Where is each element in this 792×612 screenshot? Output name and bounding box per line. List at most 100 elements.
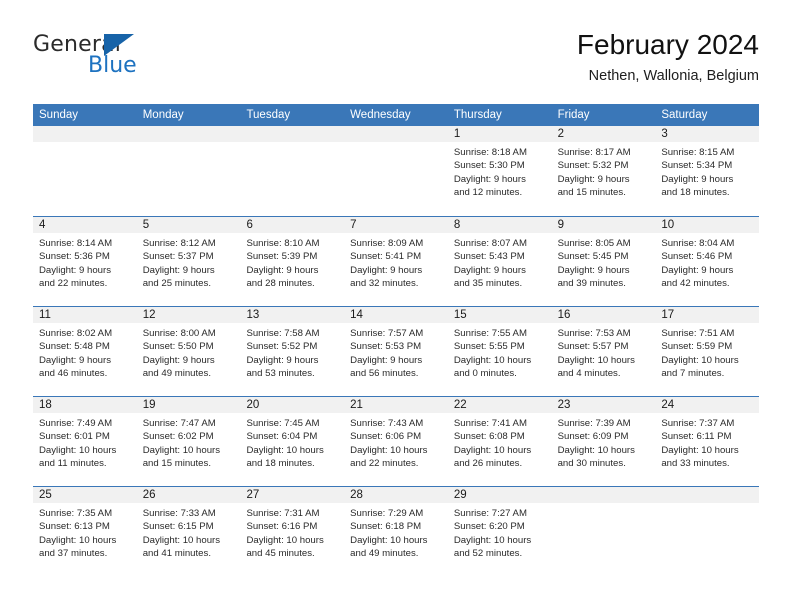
day-details: Sunrise: 7:55 AM Sunset: 5:55 PM Daylight:… (448, 323, 552, 381)
day-detail-line: and 49 minutes. (142, 368, 211, 380)
day-details: Sunrise: 7:31 AM Sunset: 6:16 PM Daylight:… (240, 503, 344, 561)
day-detail-line: and 32 minutes. (350, 278, 419, 290)
day-detail-line: and 26 minutes. (453, 458, 523, 470)
day-detail-line: and 4 minutes. (557, 368, 621, 380)
day-cell[interactable]: 10 Sunrise: 8:04 AM Sunset: 5:46 PM Dayligh… (655, 217, 760, 306)
day-number: 10 (655, 217, 760, 233)
day-cell[interactable]: 28 Sunrise: 7:29 AM Sunset: 6:18 PM Dayligh… (344, 487, 448, 576)
day-detail-line: and 12 minutes. (453, 187, 523, 199)
day-detail-line: Sunset: 5:46 PM (661, 251, 733, 263)
day-detail-line: and 33 minutes. (661, 458, 730, 470)
day-detail-line: Sunset: 6:02 PM (142, 431, 214, 443)
day-cell[interactable]: 18 Sunrise: 7:49 AM Sunset: 6:01 PM Dayligh… (33, 397, 137, 486)
day-detail-line: Daylight: 9 hours (453, 173, 526, 185)
day-detail-line: Sunrise: 8:18 AM (453, 147, 527, 158)
day-number: 7 (344, 217, 448, 233)
general-blue-logo[interactable]: General Blue (33, 32, 253, 88)
day-cell[interactable]: 8 Sunrise: 8:07 AM Sunset: 5:43 PM Daylight… (447, 217, 552, 306)
calendar-week-row: 4 Sunrise: 8:14 AM Sunset: 5:36 PM Daylight… (33, 216, 760, 306)
day-detail-line: Daylight: 10 hours (557, 354, 635, 366)
day-detail-line: Daylight: 10 hours (453, 534, 532, 546)
day-cell[interactable]: 19 Sunrise: 7:47 AM Sunset: 6:02 PM Dayligh… (136, 397, 241, 486)
day-cell[interactable]: 1 Sunrise: 8:18 AM Sunset: 5:30 PM Daylight… (447, 126, 552, 216)
day-cell[interactable]: 5 Sunrise: 8:12 AM Sunset: 5:37 PM Daylight… (136, 217, 241, 306)
day-number: 13 (240, 307, 345, 323)
day-cell[interactable]: 23 Sunrise: 7:39 AM Sunset: 6:09 PM Dayligh… (551, 397, 656, 486)
day-detail-line: Sunset: 5:50 PM (142, 341, 214, 353)
day-detail-line: Sunset: 5:39 PM (246, 251, 318, 263)
day-detail-line: Sunset: 5:48 PM (39, 341, 110, 353)
day-cell[interactable]: 27 Sunrise: 7:31 AM Sunset: 6:16 PM Dayligh… (240, 487, 345, 576)
day-detail-line: Sunset: 6:04 PM (246, 431, 318, 443)
day-detail-line: Sunrise: 7:58 AM (246, 328, 320, 339)
day-detail-line: Sunrise: 8:04 AM (661, 238, 735, 249)
day-number (136, 126, 241, 142)
day-cell[interactable]: 11 Sunrise: 8:02 AM Sunset: 5:48 PM Dayligh… (33, 307, 137, 396)
day-cell[interactable]: 25 Sunrise: 7:35 AM Sunset: 6:13 PM Dayligh… (33, 487, 137, 576)
day-cell[interactable]: 12 Sunrise: 8:00 AM Sunset: 5:50 PM Dayligh… (136, 307, 241, 396)
day-cell[interactable]: 9 Sunrise: 8:05 AM Sunset: 5:45 PM Daylight… (551, 217, 656, 306)
day-detail-line: Sunset: 6:18 PM (350, 521, 422, 533)
calendar-page: General Blue February 2024 Nethen, Wallo… (0, 0, 792, 612)
day-cell[interactable]: 29 Sunrise: 7:27 AM Sunset: 6:20 PM Dayligh… (447, 487, 552, 576)
calendar-week-row: 1 Sunrise: 8:18 AM Sunset: 5:30 PM Daylight… (33, 126, 760, 216)
day-details: Sunrise: 8:18 AM Sunset: 5:30 PM Daylight:… (448, 142, 552, 200)
day-cell[interactable]: 26 Sunrise: 7:33 AM Sunset: 6:15 PM Dayligh… (136, 487, 241, 576)
day-cell-empty (136, 126, 241, 216)
day-cell[interactable]: 7 Sunrise: 8:09 AM Sunset: 5:41 PM Daylight… (344, 217, 448, 306)
day-detail-line: Sunset: 5:41 PM (350, 251, 422, 263)
day-cell[interactable]: 6 Sunrise: 8:10 AM Sunset: 5:39 PM Daylight… (240, 217, 345, 306)
day-cell[interactable]: 15 Sunrise: 7:55 AM Sunset: 5:55 PM Dayligh… (447, 307, 552, 396)
day-detail-line: Daylight: 9 hours (557, 173, 630, 185)
day-details: Sunrise: 8:02 AM Sunset: 5:48 PM Daylight:… (33, 323, 137, 381)
day-detail-line: Sunset: 5:32 PM (557, 160, 629, 172)
day-detail-line: and 18 minutes. (661, 187, 730, 199)
day-cell[interactable]: 17 Sunrise: 7:51 AM Sunset: 5:59 PM Dayligh… (655, 307, 760, 396)
day-detail-line: Daylight: 10 hours (350, 534, 428, 546)
day-detail-line: Sunrise: 8:09 AM (350, 238, 424, 249)
day-number: 4 (33, 217, 137, 233)
day-details: Sunrise: 8:12 AM Sunset: 5:37 PM Daylight:… (137, 233, 241, 291)
day-cell[interactable]: 13 Sunrise: 7:58 AM Sunset: 5:52 PM Dayligh… (240, 307, 345, 396)
day-number: 29 (447, 487, 552, 503)
day-number: 17 (655, 307, 760, 323)
day-number: 2 (551, 126, 656, 142)
day-cell-empty (33, 126, 137, 216)
day-cell[interactable]: 16 Sunrise: 7:53 AM Sunset: 5:57 PM Dayligh… (551, 307, 656, 396)
day-cell-empty (240, 126, 345, 216)
day-detail-line: Daylight: 10 hours (142, 444, 221, 456)
day-detail-line: and 7 minutes. (661, 368, 725, 380)
day-detail-line: Sunrise: 7:29 AM (350, 508, 424, 519)
day-details: Sunrise: 7:57 AM Sunset: 5:53 PM Daylight:… (344, 323, 448, 381)
day-detail-line: Sunset: 5:37 PM (142, 251, 214, 263)
day-detail-line: and 11 minutes. (39, 458, 107, 470)
day-number: 15 (447, 307, 552, 323)
day-detail-line: and 46 minutes. (39, 368, 108, 380)
day-number: 1 (447, 126, 552, 142)
day-cell[interactable]: 2 Sunrise: 8:17 AM Sunset: 5:32 PM Daylight… (551, 126, 656, 216)
day-detail-line: Daylight: 9 hours (39, 264, 111, 276)
day-cell[interactable]: 4 Sunrise: 8:14 AM Sunset: 5:36 PM Daylight… (33, 217, 137, 306)
day-cell[interactable]: 14 Sunrise: 7:57 AM Sunset: 5:53 PM Dayligh… (344, 307, 448, 396)
day-detail-line: Sunrise: 7:43 AM (350, 418, 424, 429)
calendar-week-row: 25 Sunrise: 7:35 AM Sunset: 6:13 PM Dayligh… (33, 486, 760, 576)
day-detail-line: Sunrise: 8:05 AM (557, 238, 631, 249)
day-cell[interactable]: 20 Sunrise: 7:45 AM Sunset: 6:04 PM Dayligh… (240, 397, 345, 486)
day-details: Sunrise: 7:47 AM Sunset: 6:02 PM Daylight:… (137, 413, 241, 471)
day-cell[interactable]: 24 Sunrise: 7:37 AM Sunset: 6:11 PM Dayligh… (655, 397, 760, 486)
day-cell[interactable]: 22 Sunrise: 7:41 AM Sunset: 6:08 PM Dayligh… (447, 397, 552, 486)
day-detail-line: Sunset: 5:53 PM (350, 341, 422, 353)
day-number: 21 (344, 397, 448, 413)
day-detail-line: Daylight: 10 hours (557, 444, 635, 456)
day-cell[interactable]: 3 Sunrise: 8:15 AM Sunset: 5:34 PM Daylight… (655, 126, 760, 216)
day-detail-line: Daylight: 9 hours (661, 173, 734, 185)
day-detail-line: Sunrise: 7:41 AM (453, 418, 527, 429)
day-number (655, 487, 760, 503)
day-cell[interactable]: 21 Sunrise: 7:43 AM Sunset: 6:06 PM Dayligh… (344, 397, 448, 486)
day-detail-line: Sunrise: 8:14 AM (39, 238, 113, 249)
day-detail-line: and 18 minutes. (246, 458, 315, 470)
day-detail-line: Sunrise: 7:35 AM (39, 508, 113, 519)
day-detail-line: Sunrise: 7:27 AM (453, 508, 527, 519)
day-detail-line: Sunrise: 8:00 AM (142, 328, 216, 339)
day-detail-line: and 35 minutes. (453, 278, 523, 290)
